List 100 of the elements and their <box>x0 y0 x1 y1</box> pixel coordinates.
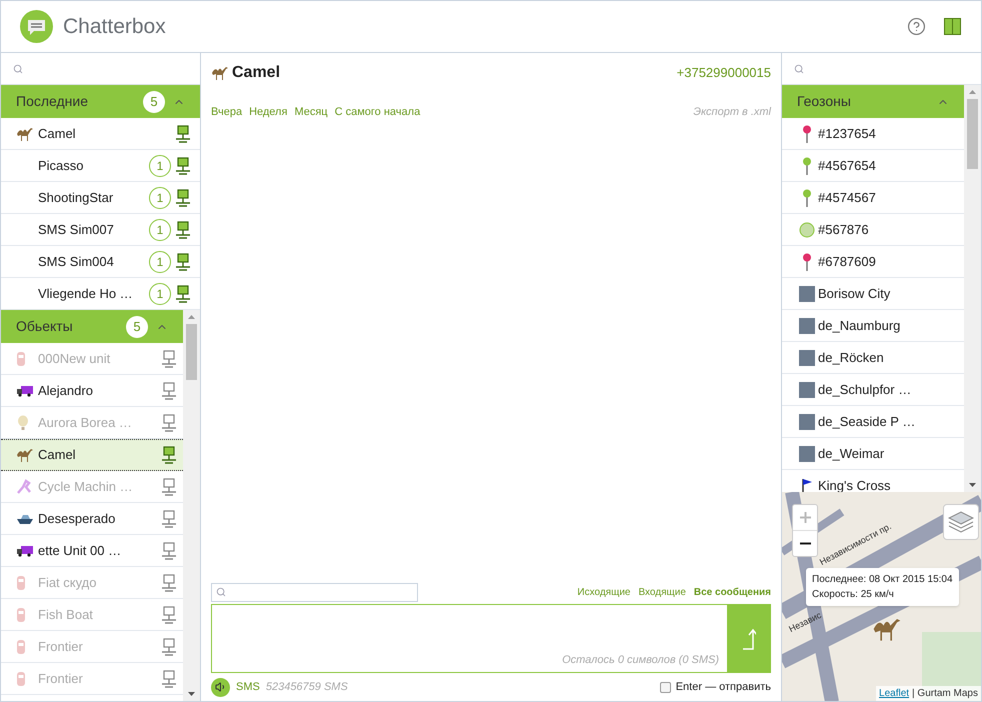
boat-icon <box>16 512 34 524</box>
unread-badge: 1 <box>149 154 171 176</box>
scrollbar[interactable] <box>183 310 200 701</box>
section-header[interactable]: Последние 5 <box>1 85 200 118</box>
camel-icon <box>16 126 34 140</box>
geozone-name: de_Seaside P … <box>818 412 916 431</box>
geozone-name: de_Schulpfor … <box>818 380 912 399</box>
geozone-row[interactable]: de_Weimar <box>782 438 964 470</box>
section-title: Последние <box>16 92 90 111</box>
geozone-name: #6787609 <box>818 252 876 271</box>
zoom-out-icon[interactable] <box>800 542 810 545</box>
geozone-row[interactable]: de_Naumburg <box>782 310 964 342</box>
car-icon <box>16 670 26 686</box>
unit-name: SMS Sim004 <box>38 252 115 271</box>
photo-placeholder <box>798 350 814 366</box>
scroll-thumb[interactable] <box>186 324 197 380</box>
unit-name: 000New unit <box>38 350 112 368</box>
photo-placeholder <box>798 414 814 430</box>
app-title: Chatterbox <box>63 14 167 40</box>
photo-placeholder <box>798 318 814 334</box>
unit-row[interactable]: Desesperado <box>1 503 183 535</box>
geozone-name: #4567654 <box>818 156 876 175</box>
section-title: Обьекты <box>16 317 74 336</box>
layers-icon <box>948 510 974 534</box>
search-icon <box>794 64 804 74</box>
truck-icon <box>16 384 34 396</box>
geozone-row[interactable]: de_Schulpfor … <box>782 374 964 406</box>
layout-icon[interactable] <box>944 18 961 35</box>
leaflet-link[interactable]: Leaflet <box>879 686 910 701</box>
car-icon <box>16 606 26 622</box>
camel-icon <box>211 66 229 80</box>
unit-name: ShootingStar <box>38 188 114 207</box>
unit-name: Cycle Machin … <box>38 478 134 496</box>
search-icon <box>216 587 226 597</box>
car-icon <box>16 638 26 654</box>
car-icon <box>16 574 26 590</box>
geozone-name: de_Naumburg <box>818 316 900 335</box>
section-header[interactable]: Геозоны <box>782 85 964 118</box>
unit-row[interactable]: ette Unit 00 … <box>1 535 183 567</box>
scroll-thumb[interactable] <box>967 99 978 169</box>
geozone-row[interactable]: de_Seaside P … <box>782 406 964 438</box>
camel-icon <box>16 448 34 462</box>
unit-name: Frontier <box>38 670 84 688</box>
unread-badge: 1 <box>149 282 171 304</box>
scrollbar[interactable] <box>964 85 981 492</box>
phone-number: +375299000015 <box>676 64 771 82</box>
unit-row[interactable]: ShootingStar 1 <box>1 182 200 214</box>
unit-row[interactable]: Alejandro <box>1 375 183 407</box>
unit-row[interactable]: Camel <box>1 439 183 471</box>
unit-name: SMS Sim007 <box>38 220 115 239</box>
count-badge: 5 <box>143 90 165 112</box>
popup-speed: Скорость: 25 км/ч <box>812 588 895 602</box>
search-icon <box>13 64 23 74</box>
geozone-name: #4574567 <box>818 188 876 207</box>
unread-badge: 1 <box>149 186 171 208</box>
geozone-name: Borisow City <box>818 284 890 303</box>
layers-button[interactable] <box>943 504 979 540</box>
chat-unit-name: Camel <box>232 63 282 83</box>
channel-info: 523456759 SMS <box>266 680 349 695</box>
unit-name: Camel <box>38 446 77 464</box>
channel-label: SMS <box>236 680 260 695</box>
truck-icon <box>16 544 34 556</box>
photo-placeholder <box>798 286 814 302</box>
photo-placeholder <box>798 446 814 462</box>
unit-row[interactable]: SMS Sim007 1 <box>1 214 200 246</box>
attribution-text: | Gurtam Maps <box>912 687 978 701</box>
unit-name: Desesperado <box>38 510 116 528</box>
photo-placeholder <box>798 382 814 398</box>
checkbox[interactable] <box>660 682 671 692</box>
unit-name: Picasso <box>38 156 85 175</box>
unit-name: Fiat скудо <box>38 574 98 592</box>
unit-name: Aurora Borea … <box>38 414 133 432</box>
geozone-name: de_Röcken <box>818 348 884 367</box>
count-badge: 5 <box>126 316 148 338</box>
enter-send-checkbox[interactable]: Enter — отправить <box>660 678 771 696</box>
geozone-row[interactable]: #567876 <box>782 214 964 246</box>
geozone-row[interactable]: de_Röcken <box>782 342 964 374</box>
motorbike-icon <box>16 478 32 494</box>
popup-last-seen: Последнее: 08 Окт 2015 15:04 <box>812 573 953 587</box>
message-search-field[interactable] <box>211 582 418 602</box>
camel-marker-icon <box>872 617 902 641</box>
section-header[interactable]: Обьекты 5 <box>1 310 183 343</box>
zoom-in-icon[interactable] <box>800 512 810 523</box>
speaker-icon[interactable] <box>211 678 230 696</box>
geozone-row[interactable]: Borisow City <box>782 278 964 310</box>
section-title: Геозоны <box>797 92 852 111</box>
unread-badge: 1 <box>149 218 171 240</box>
flag-icon <box>800 478 812 492</box>
chat-logo-icon <box>20 10 53 43</box>
unit-name: Alejandro <box>38 382 94 400</box>
geozone-name: #567876 <box>818 220 869 239</box>
unit-row[interactable]: Picasso 1 <box>1 150 200 182</box>
unit-name: Fish Boat <box>38 606 94 624</box>
balloon-icon <box>16 414 30 430</box>
unread-badge: 1 <box>149 250 171 272</box>
help-icon[interactable] <box>907 17 926 36</box>
car-icon <box>16 350 26 366</box>
unit-row[interactable]: SMS Sim004 1 <box>1 246 200 278</box>
unit-row[interactable]: Camel <box>1 118 200 150</box>
geozone-name: #1237654 <box>818 124 876 143</box>
